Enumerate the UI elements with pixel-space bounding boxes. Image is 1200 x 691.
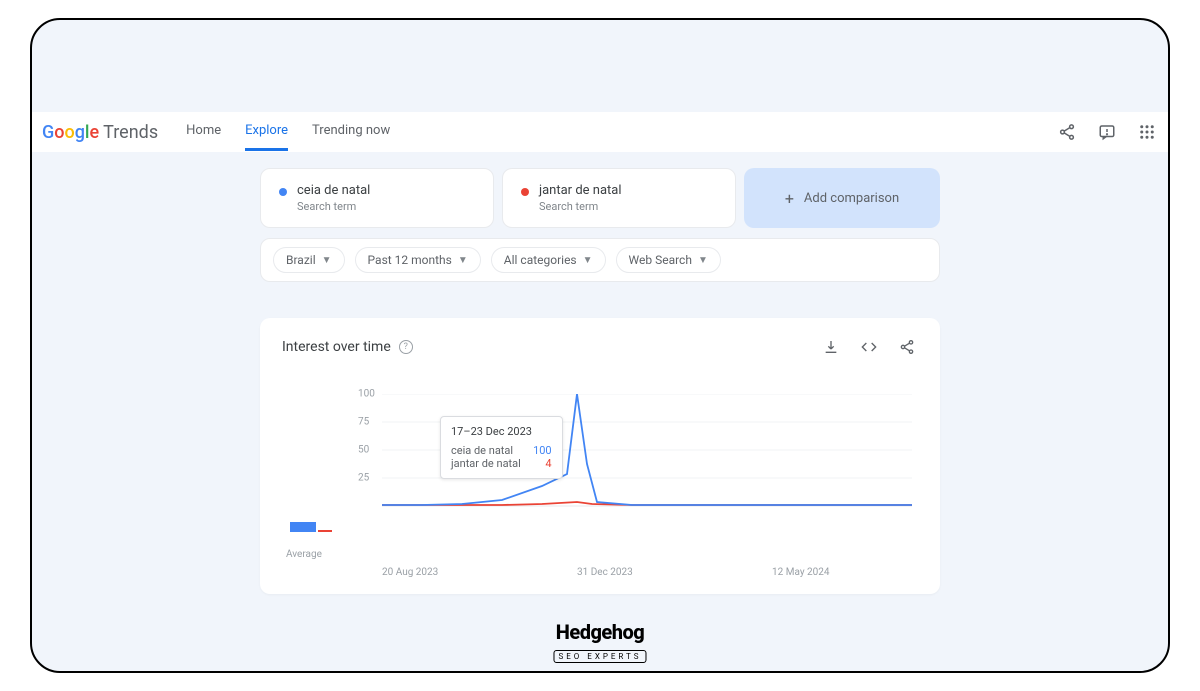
- brand-main: Hedgehog: [553, 620, 646, 644]
- content-area: ceia de natal Search term jantar de nata…: [32, 160, 1168, 671]
- chart-header: Interest over time ?: [282, 336, 918, 358]
- embed-icon[interactable]: [858, 336, 880, 358]
- term-2-sub: Search term: [539, 200, 622, 213]
- chevron-down-icon: ▼: [698, 255, 708, 266]
- interest-over-time-card: Interest over time ? 100 75 50 25 Averag…: [260, 318, 940, 594]
- help-icon[interactable]: ?: [399, 340, 413, 354]
- term-card-2[interactable]: jantar de natal Search term: [502, 168, 736, 228]
- term-1-label: ceia de natal: [297, 183, 370, 198]
- avg-bar-series-2: [318, 530, 332, 532]
- term-dot-2: [521, 188, 529, 196]
- chart-tooltip: 17–23 Dec 2023 ceia de natal 100 jantar …: [440, 416, 563, 479]
- y-tick-100: 100: [358, 389, 375, 400]
- y-tick-25: 25: [358, 473, 369, 484]
- download-icon[interactable]: [820, 336, 842, 358]
- nav-explore[interactable]: Explore: [245, 113, 288, 151]
- average-label: Average: [286, 549, 322, 560]
- topbar-actions: [1056, 121, 1158, 143]
- tooltip-series-1-name: ceia de natal: [451, 444, 513, 457]
- x-tick-0: 20 Aug 2023: [382, 567, 438, 578]
- chart-actions: [820, 336, 918, 358]
- y-tick-50: 50: [358, 445, 369, 456]
- logo-trends-text: Trends: [103, 122, 158, 143]
- filters-row: Brazil▼ Past 12 months▼ All categories▼ …: [260, 238, 940, 282]
- nav-home[interactable]: Home: [186, 113, 221, 151]
- avg-bar-series-1: [290, 522, 316, 532]
- compare-terms-row: ceia de natal Search term jantar de nata…: [260, 168, 940, 228]
- brand-watermark: Hedgehog SEO EXPERTS: [553, 620, 646, 663]
- chevron-down-icon: ▼: [458, 255, 468, 266]
- term-1-sub: Search term: [297, 200, 370, 213]
- brand-sub: SEO EXPERTS: [553, 650, 646, 663]
- chart-body: 100 75 50 25 Average: [282, 394, 918, 564]
- tooltip-series-2-value: 4: [545, 457, 551, 470]
- chart-title: Interest over time: [282, 339, 391, 355]
- app-frame: Google Trends Home Explore Trending now …: [30, 18, 1170, 673]
- main-nav: Home Explore Trending now: [186, 113, 390, 151]
- tooltip-date: 17–23 Dec 2023: [451, 425, 552, 438]
- x-tick-1: 31 Dec 2023: [577, 567, 633, 578]
- term-dot-1: [279, 188, 287, 196]
- filter-search-type[interactable]: Web Search▼: [616, 247, 721, 273]
- feedback-icon[interactable]: [1096, 121, 1118, 143]
- chevron-down-icon: ▼: [583, 255, 593, 266]
- topbar: Google Trends Home Explore Trending now: [32, 112, 1168, 152]
- filter-time[interactable]: Past 12 months▼: [355, 247, 481, 273]
- term-card-1[interactable]: ceia de natal Search term: [260, 168, 494, 228]
- share-chart-icon[interactable]: [896, 336, 918, 358]
- nav-trending[interactable]: Trending now: [312, 113, 390, 151]
- tooltip-series-2-name: jantar de natal: [451, 457, 521, 470]
- y-tick-75: 75: [358, 417, 369, 428]
- add-comparison-label: Add comparison: [804, 191, 899, 206]
- plus-icon: +: [785, 189, 794, 208]
- term-2-label: jantar de natal: [539, 183, 622, 198]
- share-icon[interactable]: [1056, 121, 1078, 143]
- filter-region[interactable]: Brazil▼: [273, 247, 345, 273]
- filter-category[interactable]: All categories▼: [491, 247, 606, 273]
- x-tick-2: 12 May 2024: [772, 567, 830, 578]
- tooltip-series-1-value: 100: [533, 444, 552, 457]
- google-trends-logo[interactable]: Google Trends: [42, 122, 158, 143]
- apps-grid-icon[interactable]: [1136, 121, 1158, 143]
- chevron-down-icon: ▼: [322, 255, 332, 266]
- add-comparison-button[interactable]: + Add comparison: [744, 168, 940, 228]
